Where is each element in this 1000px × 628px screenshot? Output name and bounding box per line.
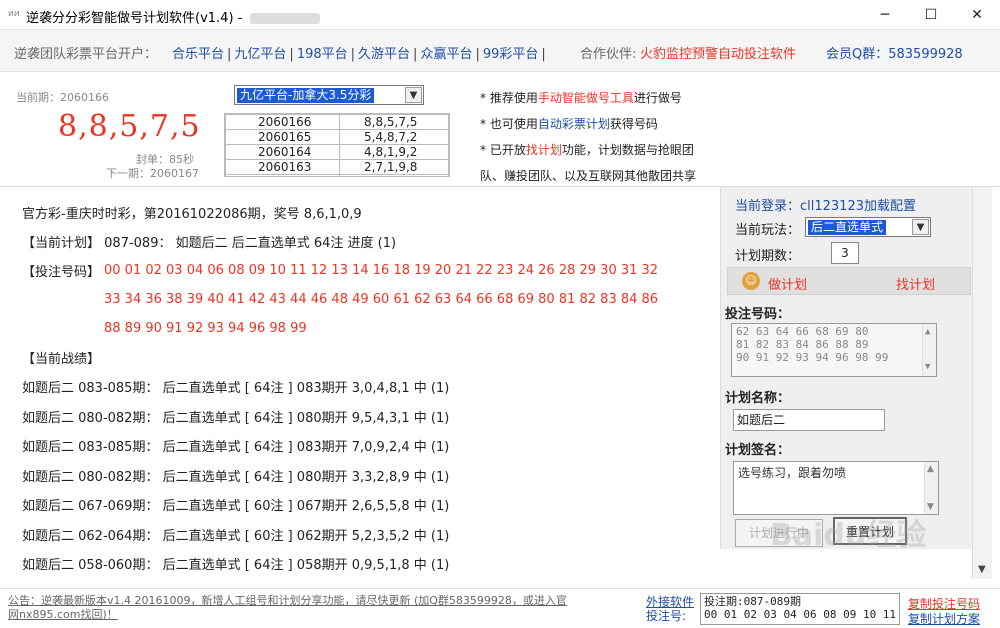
record-row: 如题后二 080-082期： 后二直选单式 [ 64注 ] 080期开 3,3,…: [22, 469, 450, 485]
mascot-icon: ☺: [742, 272, 760, 290]
plan-detail-panel: 官方彩-重庆时时彩，第20161022086期，奖号 8,6,1,0,9 【当前…: [0, 187, 720, 587]
scroll-down-icon[interactable]: ▼: [978, 564, 986, 575]
record-row: 如题后二 062-064期： 后二直选单式 [ 60注 ] 062期开 5,2,…: [22, 528, 450, 544]
status-bar: 公告：逆袭最新版本v1.4 20161009，新增人工组号和计划分享功能，请尽快…: [0, 588, 1000, 628]
history-period: 2060162: [225, 174, 340, 176]
record-row: 如题后二 067-069期： 后二直选单式 [ 60注 ] 067期开 2,6,…: [22, 499, 450, 514]
play-label: 当前玩法：: [735, 223, 801, 238]
scroll-up-icon[interactable]: ▲: [925, 326, 930, 339]
find-plan-button[interactable]: 找计划: [896, 274, 935, 293]
auto-plan-link[interactable]: 自动彩票计划: [538, 117, 610, 131]
record-row: 如题后二 083-085期： 后二直选单式 [ 64注 ] 083期开 7,0,…: [22, 440, 450, 455]
play-select[interactable]: 后二直选单式 ▼: [805, 217, 931, 237]
history-row[interactable]: 20601622,7,1,9,8: [225, 174, 449, 176]
record-row: 如题后二 080-082期： 后二直选单式 [ 64注 ] 080期开 9,5,…: [22, 410, 450, 426]
plan-name-input[interactable]: 如题后二: [733, 409, 885, 431]
history-period: 2060163: [225, 159, 340, 175]
history-period: 2060165: [225, 129, 340, 145]
lottery-info-panel: 当前期：2060166 8,8,5,7,5 封单：85秒 下一期：2060167…: [0, 73, 1000, 185]
platform-select-value: 九亿平台-加拿大3.5分彩: [237, 88, 375, 103]
manual-tool-link[interactable]: 手动智能做号工具: [538, 91, 634, 105]
minimize-button[interactable]: ─: [862, 0, 908, 30]
bets-scrollbar[interactable]: ▲ ▼: [922, 324, 936, 376]
panel-bets-label: 投注号码：: [725, 307, 791, 322]
history-row[interactable]: 2060165 5,4,8,7,2: [225, 129, 449, 145]
record-label: 【当前战绩】: [22, 352, 101, 367]
official-result: 官方彩-重庆时时彩，第20161022086期，奖号 8,6,1,0,9: [22, 207, 362, 222]
nav-link-jiuyi[interactable]: 九亿平台: [234, 47, 286, 62]
bets-label: 【投注号码】: [22, 265, 101, 280]
platform-select[interactable]: 九亿平台-加拿大3.5分彩 ▼: [234, 85, 424, 105]
blurred-title-suffix: [250, 13, 321, 24]
title-bar: ᴎᴎ 逆袭分分彩智能做号计划软件(v1.4) - ─ ☐ ✕: [0, 0, 1000, 30]
sign-scrollbar[interactable]: ▲ ▼: [924, 462, 938, 514]
history-row[interactable]: 2060164 4,8,1,9,2: [225, 144, 449, 160]
close-button[interactable]: ✕: [954, 0, 1000, 30]
current-period: 当前期：2060166: [16, 91, 109, 104]
scroll-down-icon[interactable]: ▼: [927, 502, 934, 512]
history-period: 2060164: [225, 144, 340, 160]
nav-link-zhongying[interactable]: 众赢平台: [420, 47, 472, 62]
notice-text[interactable]: 公告：逆袭最新版本v1.4 20161009，新增人工组号和计划分享功能，请尽快…: [8, 594, 568, 622]
nav-label: 逆袭团队彩票平台开户：: [14, 47, 158, 62]
history-numbers: 5,4,8,7,2: [339, 129, 449, 145]
current-plan: 【当前计划】 087-089： 如题后二 后二直选单式 64注 进度 (1): [22, 236, 397, 251]
plan-sign-label: 计划签名：: [725, 443, 791, 458]
history-numbers: 2,7,1,9,8: [339, 174, 449, 176]
plan-action-bar: ☺ 做计划 找计划: [727, 267, 971, 295]
nav-link-jiuyou[interactable]: 久游平台: [358, 47, 410, 62]
plan-sign-textarea[interactable]: 选号练习，跟着勿喷 ▲ ▼: [733, 461, 939, 515]
bet-numbers: 00 01 02 03 04 06 08 09 10 11 12 13 14 1…: [104, 263, 659, 336]
main-scrollbar[interactable]: ▼: [972, 187, 992, 579]
nav-links: 合乐平台 | 九亿平台 | 198平台 | 久游平台 | 众赢平台 | 99彩平台 |: [172, 47, 546, 62]
tip-1: * 推荐使用手动智能做号工具进行做号: [480, 91, 682, 105]
login-status[interactable]: 当前登录：cll123123加载配置: [735, 195, 916, 214]
window-title: 逆袭分分彩智能做号计划软件(v1.4) -: [26, 7, 321, 26]
partner-link[interactable]: 火豹监控预警自动投注软件: [640, 43, 796, 62]
external-software-link[interactable]: 外接软件: [646, 595, 694, 609]
periods-input[interactable]: 3: [831, 242, 859, 264]
history-numbers: 2,7,1,9,8: [339, 159, 449, 175]
nav-link-198[interactable]: 198平台: [297, 47, 348, 62]
find-plan-link[interactable]: 找计划: [526, 143, 562, 157]
history-row[interactable]: 2060166 8,8,5,7,5: [225, 114, 449, 130]
plan-config-panel: 当前登录：cll123123加载配置 当前玩法： 后二直选单式 ▼ 计划期数： …: [720, 187, 972, 549]
bets-textarea[interactable]: 62 63 64 66 68 69 80 81 82 83 84 86 88 8…: [731, 323, 937, 377]
chevron-down-icon[interactable]: ▼: [405, 87, 422, 103]
do-plan-button[interactable]: 做计划: [768, 274, 807, 293]
partner-label: 合作伙伴:: [580, 47, 637, 62]
plan-name-label: 计划名称：: [725, 391, 791, 406]
periods-label: 计划期数：: [735, 249, 801, 264]
winning-numbers: 8,8,5,7,5: [58, 109, 201, 144]
nav-link-hele[interactable]: 合乐平台: [172, 47, 224, 62]
app-icon: ᴎᴎ: [8, 9, 20, 19]
scroll-down-icon[interactable]: ▼: [925, 361, 930, 374]
copy-plan-link[interactable]: 复制计划方案: [908, 610, 980, 627]
tips-panel: * 推荐使用手动智能做号工具进行做号 * 也可使用自动彩票计划获得号码 * 已开…: [480, 85, 740, 189]
record-row: 如题后二 058-060期： 后二直选单式 [ 64注 ] 058期开 0,9,…: [22, 558, 450, 573]
qq-group: 会员Q群：583599928: [826, 47, 963, 62]
bet-codes-label: 投注号:: [646, 609, 687, 623]
record-row: 如题后二 083-085期： 后二直选单式 [ 64注 ] 083期开 3,0,…: [22, 381, 450, 396]
platform-nav-bar: 逆袭团队彩票平台开户： 合乐平台 | 九亿平台 | 198平台 | 久游平台 | 众赢平台 | 99…: [0, 30, 1000, 72]
history-table[interactable]: 2060166 8,8,5,7,5 2060165 5,4,8,7,2 2060164 4…: [224, 113, 450, 177]
maximize-button[interactable]: ☐: [908, 0, 954, 30]
history-numbers: 4,8,1,9,2: [339, 144, 449, 160]
history-numbers: 8,8,5,7,5: [339, 114, 449, 130]
scroll-up-icon[interactable]: ▲: [927, 464, 934, 474]
nav-link-99[interactable]: 99彩平台: [483, 47, 539, 62]
bet-codes-box[interactable]: 投注期:087-089期 00 01 02 03 04 06 08 09 10 …: [700, 593, 900, 625]
chevron-down-icon[interactable]: ▼: [912, 219, 929, 235]
next-period: 下一期：2060167: [106, 167, 199, 180]
tip-2: * 也可使用自动彩票计划获得号码: [480, 117, 658, 131]
tip-3: * 已开放找计划功能，计划数据与抢眼团: [480, 143, 694, 157]
history-period: 2060166: [225, 114, 340, 130]
history-row[interactable]: 2060163 2,7,1,9,8: [225, 159, 449, 175]
play-select-value: 后二直选单式: [808, 220, 887, 235]
baidu-watermark: Baidu经验: [770, 518, 927, 553]
